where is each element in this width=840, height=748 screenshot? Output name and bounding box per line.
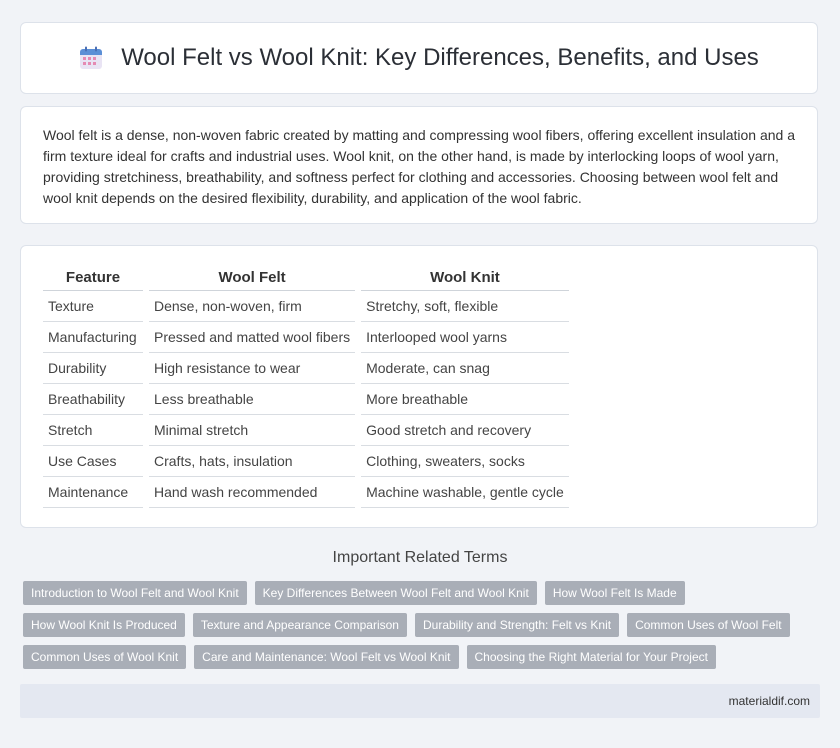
site-name[interactable]: materialdif.com <box>729 694 810 708</box>
column-header-feature: Feature <box>43 268 143 291</box>
table-row: Use Cases Crafts, hats, insulation Cloth… <box>43 446 569 477</box>
intro-card: Wool felt is a dense, non-woven fabric c… <box>20 106 818 224</box>
table-cell: Clothing, sweaters, socks <box>361 446 569 477</box>
table-cell: Moderate, can snag <box>361 353 569 384</box>
related-term-link[interactable]: Key Differences Between Wool Felt and Wo… <box>254 581 537 605</box>
table-cell: Dense, non-woven, firm <box>149 291 356 322</box>
table-cell: Machine washable, gentle cycle <box>361 477 569 508</box>
table-row: Maintenance Hand wash recommended Machin… <box>43 477 569 508</box>
table-cell: Durability <box>43 353 143 384</box>
page-title: Wool Felt vs Wool Knit: Key Differences,… <box>121 44 759 71</box>
column-header-wool-felt: Wool Felt <box>149 268 356 291</box>
related-term-link[interactable]: How Wool Felt Is Made <box>544 581 685 605</box>
related-terms-title: Important Related Terms <box>332 549 508 566</box>
table-cell: Crafts, hats, insulation <box>149 446 356 477</box>
table-cell: High resistance to wear <box>149 353 356 384</box>
header-card: Wool Felt vs Wool Knit: Key Differences,… <box>20 22 818 94</box>
table-cell: Breathability <box>43 384 143 415</box>
calendar-icon <box>79 46 103 70</box>
tag-row: How Wool Knit Is Produced Texture and Ap… <box>23 613 813 637</box>
related-term-link[interactable]: Choosing the Right Material for Your Pro… <box>466 645 716 669</box>
table-row: Breathability Less breathable More breat… <box>43 384 569 415</box>
table-cell: Good stretch and recovery <box>361 415 569 446</box>
table-cell: Manufacturing <box>43 322 143 353</box>
table-row: Manufacturing Pressed and matted wool fi… <box>43 322 569 353</box>
table-cell: More breathable <box>361 384 569 415</box>
table-cell: Pressed and matted wool fibers <box>149 322 356 353</box>
related-term-link[interactable]: Care and Maintenance: Wool Felt vs Wool … <box>194 645 459 669</box>
table-cell: Interlooped wool yarns <box>361 322 569 353</box>
tag-row: Common Uses of Wool Knit Care and Mainte… <box>23 645 813 669</box>
tag-row: Introduction to Wool Felt and Wool Knit … <box>23 581 813 605</box>
related-term-link[interactable]: Texture and Appearance Comparison <box>192 613 407 637</box>
table-row: Durability High resistance to wear Moder… <box>43 353 569 384</box>
table-cell: Texture <box>43 291 143 322</box>
table-row: Texture Dense, non-woven, firm Stretchy,… <box>43 291 569 322</box>
table-cell: Minimal stretch <box>149 415 356 446</box>
comparison-table: Feature Wool Felt Wool Knit Texture Dens… <box>37 268 575 508</box>
related-term-link[interactable]: Common Uses of Wool Knit <box>23 645 187 669</box>
column-header-wool-knit: Wool Knit <box>361 268 569 291</box>
related-term-link[interactable]: Common Uses of Wool Felt <box>627 613 790 637</box>
related-term-link[interactable]: How Wool Knit Is Produced <box>23 613 185 637</box>
related-terms-tags: Introduction to Wool Felt and Wool Knit … <box>23 581 813 677</box>
table-header-row: Feature Wool Felt Wool Knit <box>43 268 569 291</box>
table-cell: Less breathable <box>149 384 356 415</box>
footer: materialdif.com <box>20 684 820 718</box>
table-cell: Stretch <box>43 415 143 446</box>
related-term-link[interactable]: Introduction to Wool Felt and Wool Knit <box>23 581 247 605</box>
table-cell: Maintenance <box>43 477 143 508</box>
table-cell: Stretchy, soft, flexible <box>361 291 569 322</box>
table-row: Stretch Minimal stretch Good stretch and… <box>43 415 569 446</box>
comparison-card: Feature Wool Felt Wool Knit Texture Dens… <box>20 245 818 528</box>
related-term-link[interactable]: Durability and Strength: Felt vs Knit <box>414 613 620 637</box>
intro-paragraph: Wool felt is a dense, non-woven fabric c… <box>43 127 796 206</box>
table-cell: Use Cases <box>43 446 143 477</box>
title-wrap: Wool Felt vs Wool Knit: Key Differences,… <box>79 44 759 72</box>
table-cell: Hand wash recommended <box>149 477 356 508</box>
